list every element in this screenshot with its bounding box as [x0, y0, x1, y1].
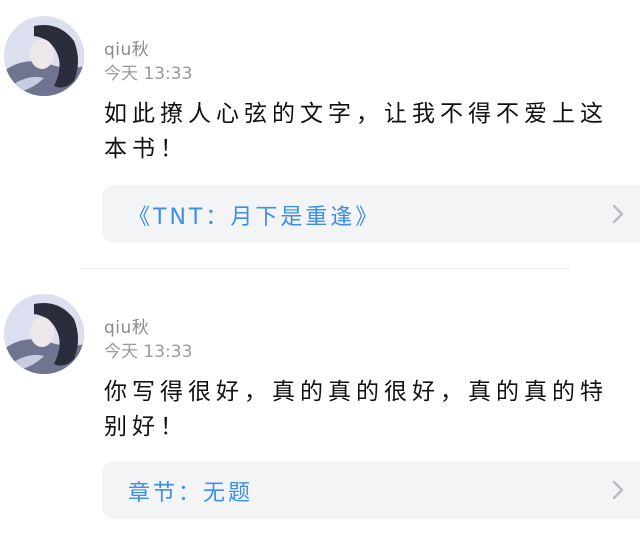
avatar-photo-icon — [4, 294, 84, 374]
chapter-link-card[interactable]: 章节：无题 — [102, 461, 640, 519]
avatar[interactable] — [4, 16, 84, 96]
timestamp: 今天 13:33 — [104, 64, 193, 84]
chevron-right-icon — [611, 203, 625, 225]
username[interactable]: qiu秋 — [104, 35, 149, 60]
comment-item: qiu秋 今天 13:33 如此撩人心弦的文字，让我不得不爱上这本书！ 《TNT… — [0, 0, 640, 268]
comment-text: 如此撩人心弦的文字，让我不得不爱上这本书！ — [104, 101, 608, 162]
avatar[interactable] — [4, 294, 84, 374]
book-link-card[interactable]: 《TNT：月下是重逢》 — [102, 185, 640, 243]
timestamp: 今天 13:33 — [104, 342, 193, 362]
chevron-right-icon — [611, 479, 625, 501]
comment-item: qiu秋 今天 13:33 你写得很好，真的真的很好，真的真的特别好！ 章节：无… — [0, 278, 640, 541]
username[interactable]: qiu秋 — [104, 313, 149, 338]
comment-text: 你写得很好，真的真的很好，真的真的特别好！ — [104, 379, 608, 440]
comment-divider — [80, 268, 570, 269]
book-link-title: 《TNT：月下是重逢》 — [128, 205, 381, 230]
avatar-photo-icon — [4, 16, 84, 96]
chapter-link-title: 章节：无题 — [128, 481, 254, 506]
